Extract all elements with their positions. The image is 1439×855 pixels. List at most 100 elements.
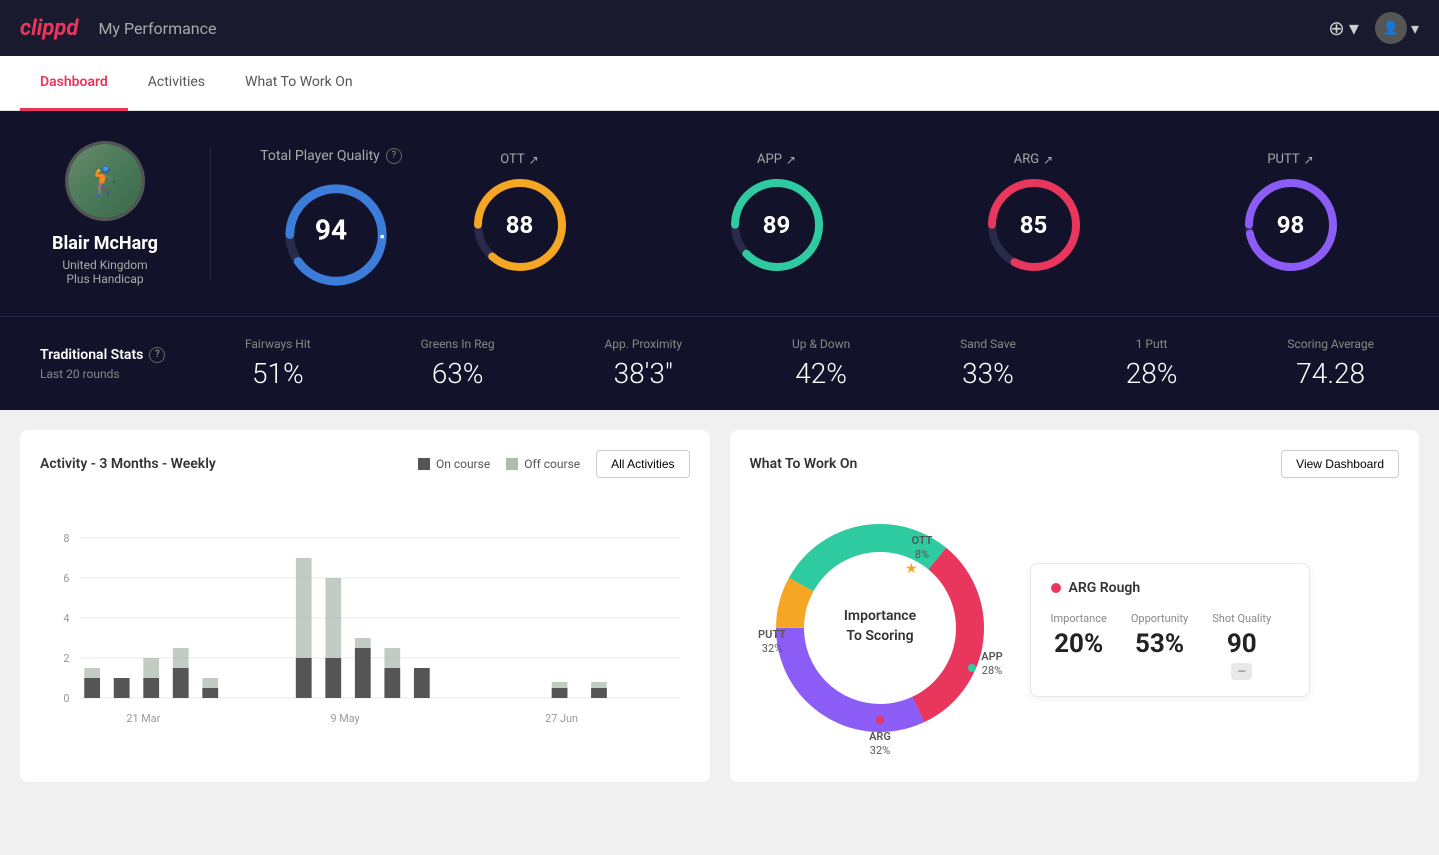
user-avatar-wrapper[interactable]: 👤 ▾ xyxy=(1375,12,1419,44)
header: clippd My Performance ⊕ ▾ 👤 ▾ xyxy=(0,0,1439,56)
tpq-help-icon[interactable]: ? xyxy=(386,148,402,164)
detail-card-title: ARG Rough xyxy=(1051,580,1289,596)
activity-chart-svg: 0 2 4 6 8 xyxy=(40,498,690,738)
tab-dashboard[interactable]: Dashboard xyxy=(20,56,128,111)
legend-off-course-dot xyxy=(506,458,518,470)
activity-card: Activity - 3 Months - Weekly On course O… xyxy=(20,430,710,782)
score-circles: OTT ↗ 88 APP ↗ xyxy=(411,152,1399,275)
tab-activities[interactable]: Activities xyxy=(128,56,225,111)
svg-text:32%: 32% xyxy=(869,744,889,757)
activity-legend: On course Off course xyxy=(418,457,580,471)
player-avatar-image: 🏌️ xyxy=(68,144,142,218)
detail-metric-opportunity: Opportunity 53% xyxy=(1131,612,1188,680)
svg-text:4: 4 xyxy=(63,612,69,625)
trad-stats-period: Last 20 rounds xyxy=(40,367,220,381)
work-on-header: What To Work On View Dashboard xyxy=(750,450,1400,478)
svg-text:28%: 28% xyxy=(981,664,1001,677)
detail-metric-importance: Importance 20% xyxy=(1051,612,1107,680)
putt-score: 98 xyxy=(1277,211,1305,239)
stat-greens-in-reg: Greens In Reg 63% xyxy=(421,337,495,390)
stat-scoring-average: Scoring Average 74.28 xyxy=(1287,337,1374,390)
work-on-title: What To Work On xyxy=(750,456,858,472)
svg-text:PUTT: PUTT xyxy=(758,628,786,641)
detail-card: ARG Rough Importance 20% Opportunity 53%… xyxy=(1030,563,1310,697)
arg-arrow-icon: ↗ xyxy=(1043,153,1053,167)
stat-sand-save: Sand Save 33% xyxy=(960,337,1016,390)
svg-text:★: ★ xyxy=(905,561,918,577)
player-avatar: 🏌️ xyxy=(65,141,145,221)
hero-section: 🏌️ Blair McHarg United Kingdom Plus Hand… xyxy=(0,111,1439,316)
putt-label: PUTT ↗ xyxy=(1267,152,1313,167)
tpq-label: Total Player Quality ? xyxy=(260,148,402,164)
header-left: clippd My Performance xyxy=(20,16,217,41)
header-right: ⊕ ▾ 👤 ▾ xyxy=(1328,12,1419,44)
ott-arrow-icon: ↗ xyxy=(529,153,539,167)
user-avatar: 👤 xyxy=(1375,12,1407,44)
putt-circle: 98 xyxy=(1241,175,1341,275)
tab-what-to-work-on[interactable]: What To Work On xyxy=(225,56,373,111)
svg-text:Importance: Importance xyxy=(843,608,916,624)
app-label: APP ↗ xyxy=(757,152,796,167)
svg-text:To Scoring: To Scoring xyxy=(846,628,913,644)
arg-score: 85 xyxy=(1020,211,1048,239)
trad-stats-label: Traditional Stats ? Last 20 rounds xyxy=(40,347,220,381)
tabs-bar: Dashboard Activities What To Work On xyxy=(0,56,1439,111)
logo-text: clippd xyxy=(20,16,78,41)
ott-circle: 88 xyxy=(470,175,570,275)
svg-text:27 Jun: 27 Jun xyxy=(545,712,578,725)
all-activities-button[interactable]: All Activities xyxy=(596,450,689,478)
player-country: United Kingdom xyxy=(62,258,147,272)
logo: clippd xyxy=(20,16,78,41)
player-info: 🏌️ Blair McHarg United Kingdom Plus Hand… xyxy=(40,141,170,286)
activity-title: Activity - 3 Months - Weekly xyxy=(40,456,216,472)
stat-up-and-down: Up & Down 42% xyxy=(792,337,850,390)
ott-score: 88 xyxy=(506,211,534,239)
legend-on-course: On course xyxy=(418,457,490,471)
plus-circle-icon: ⊕ xyxy=(1328,16,1345,40)
score-app: APP ↗ 89 xyxy=(727,152,827,275)
header-title: My Performance xyxy=(98,19,216,38)
svg-text:OTT: OTT xyxy=(911,534,932,547)
score-arg: ARG ↗ 85 xyxy=(984,152,1084,275)
work-on-card: What To Work On View Dashboard xyxy=(730,430,1420,782)
putt-arrow-icon: ↗ xyxy=(1304,153,1314,167)
donut-wrapper: Importance To Scoring OTT 8% ★ APP 28% A… xyxy=(750,498,1010,762)
svg-text:2: 2 xyxy=(63,652,69,665)
trad-stats-help-icon[interactable]: ? xyxy=(149,347,165,363)
svg-text:8: 8 xyxy=(63,532,69,545)
main-content: Activity - 3 Months - Weekly On course O… xyxy=(0,410,1439,802)
arg-label: ARG ↗ xyxy=(1014,152,1053,167)
add-button[interactable]: ⊕ ▾ xyxy=(1328,16,1359,40)
detail-card-dot xyxy=(1051,583,1061,593)
avatar-chevron: ▾ xyxy=(1411,19,1419,38)
svg-text:21 Mar: 21 Mar xyxy=(126,712,160,725)
svg-text:APP: APP xyxy=(981,650,1002,663)
player-handicap: Plus Handicap xyxy=(66,272,143,286)
stat-app-proximity: App. Proximity 38'3" xyxy=(604,337,682,390)
stat-fairways-hit: Fairways Hit 51% xyxy=(245,337,311,390)
activity-header: Activity - 3 Months - Weekly On course O… xyxy=(40,450,690,478)
tpq-score: 94 xyxy=(315,213,347,246)
chart-area: 0 2 4 6 8 xyxy=(40,498,690,738)
arg-circle: 85 xyxy=(984,175,1084,275)
app-score: 89 xyxy=(763,211,791,239)
player-name: Blair McHarg xyxy=(52,233,158,254)
score-ott: OTT ↗ 88 xyxy=(470,152,570,275)
svg-text:0: 0 xyxy=(63,692,69,705)
shot-quality-badge: — xyxy=(1231,663,1252,680)
stats-section: Total Player Quality ? 94 O xyxy=(210,148,1399,280)
svg-text:ARG: ARG xyxy=(869,730,891,743)
view-dashboard-button[interactable]: View Dashboard xyxy=(1281,450,1399,478)
score-putt: PUTT ↗ 98 xyxy=(1241,152,1341,275)
donut-chart-svg: Importance To Scoring OTT 8% ★ APP 28% A… xyxy=(750,498,1010,758)
traditional-stats: Traditional Stats ? Last 20 rounds Fairw… xyxy=(0,316,1439,410)
trad-stats-items: Fairways Hit 51% Greens In Reg 63% App. … xyxy=(220,337,1399,390)
svg-text:8%: 8% xyxy=(914,548,928,561)
legend-off-course: Off course xyxy=(506,457,580,471)
trad-stats-title: Traditional Stats xyxy=(40,347,143,363)
svg-text:9 May: 9 May xyxy=(330,712,360,725)
total-player-quality: Total Player Quality ? 94 xyxy=(251,148,411,280)
app-circle: 89 xyxy=(727,175,827,275)
detail-metrics: Importance 20% Opportunity 53% Shot Qual… xyxy=(1051,612,1289,680)
legend-on-course-dot xyxy=(418,458,430,470)
